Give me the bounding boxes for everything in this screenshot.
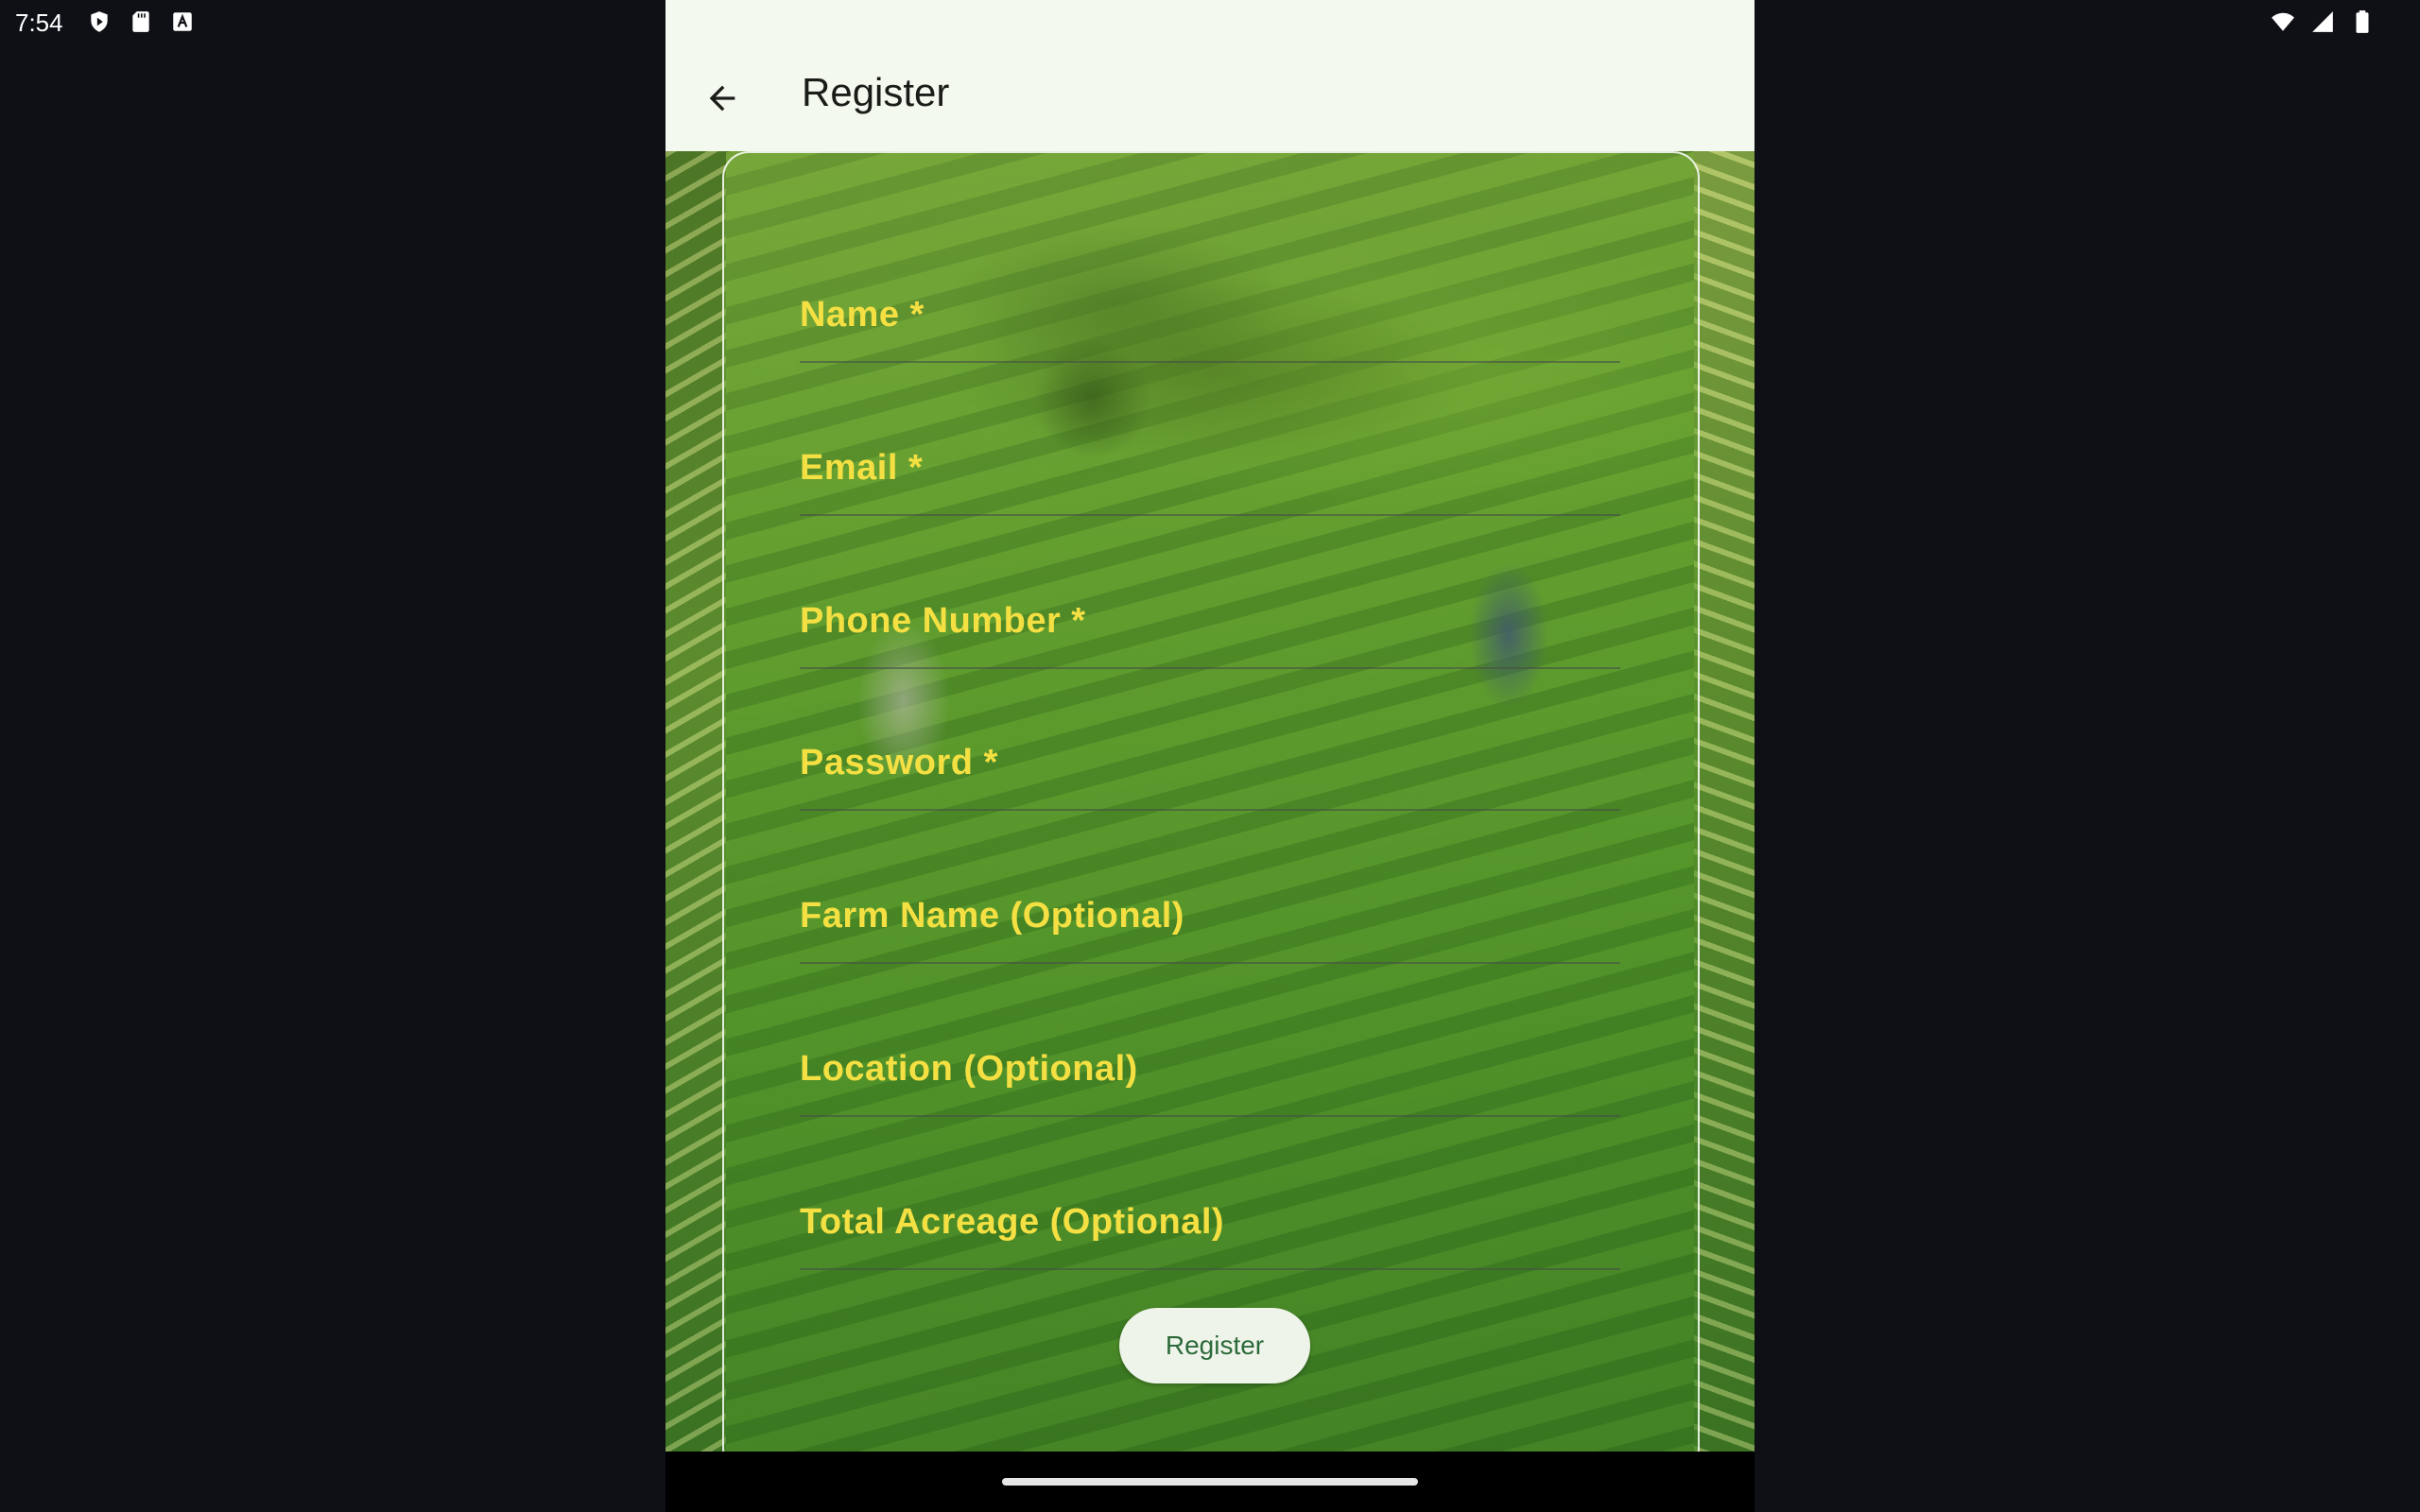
- field-underline: [800, 1115, 1620, 1117]
- farm-name-field-label: Farm Name (Optional): [800, 896, 1184, 936]
- status-time: 7:54: [15, 9, 63, 37]
- phone-number-field-label: Phone Number *: [800, 601, 1086, 641]
- background-left-edge: [666, 151, 726, 1452]
- page-title: Register: [802, 70, 950, 114]
- field-underline: [800, 514, 1620, 516]
- email-field[interactable]: Email *: [800, 421, 1620, 516]
- background-right-edge: [1694, 151, 1754, 1452]
- password-field-label: Password *: [800, 743, 998, 782]
- field-underline: [800, 361, 1620, 363]
- app-window: Register Name * Email * Phone Number * P…: [666, 0, 1754, 1452]
- register-form-card: Name * Email * Phone Number * Password *…: [722, 151, 1700, 1452]
- field-underline: [800, 809, 1620, 811]
- app-bar: Register: [666, 0, 1754, 151]
- shield-play-icon: [91, 11, 108, 32]
- navigation-bar: [666, 1452, 1754, 1512]
- total-acreage-field-label: Total Acreage (Optional): [800, 1202, 1225, 1242]
- location-field[interactable]: Location (Optional): [800, 1022, 1620, 1117]
- cell-signal-icon: [2312, 11, 2333, 32]
- location-field-label: Location (Optional): [800, 1049, 1138, 1089]
- name-field[interactable]: Name *: [800, 268, 1620, 363]
- farm-name-field[interactable]: Farm Name (Optional): [800, 869, 1620, 964]
- field-underline: [800, 1268, 1620, 1270]
- back-button[interactable]: [692, 68, 752, 129]
- field-underline: [800, 667, 1620, 669]
- phone-number-field[interactable]: Phone Number *: [800, 575, 1620, 669]
- arrow-back-icon: [709, 85, 735, 112]
- email-field-label: Email *: [800, 448, 924, 488]
- total-acreage-field[interactable]: Total Acreage (Optional): [800, 1176, 1620, 1270]
- password-field[interactable]: Password *: [800, 716, 1620, 811]
- status-icons-right: [2271, 9, 2375, 34]
- wifi-icon: [2272, 12, 2294, 31]
- status-icons-left: [87, 9, 195, 34]
- home-gesture-handle[interactable]: [1002, 1478, 1418, 1486]
- register-button[interactable]: Register: [1119, 1308, 1310, 1383]
- keyboard-a-icon: [173, 12, 192, 31]
- battery-icon: [2356, 10, 2369, 33]
- name-field-label: Name *: [800, 295, 925, 335]
- field-underline: [800, 962, 1620, 964]
- sd-card-icon: [132, 11, 149, 32]
